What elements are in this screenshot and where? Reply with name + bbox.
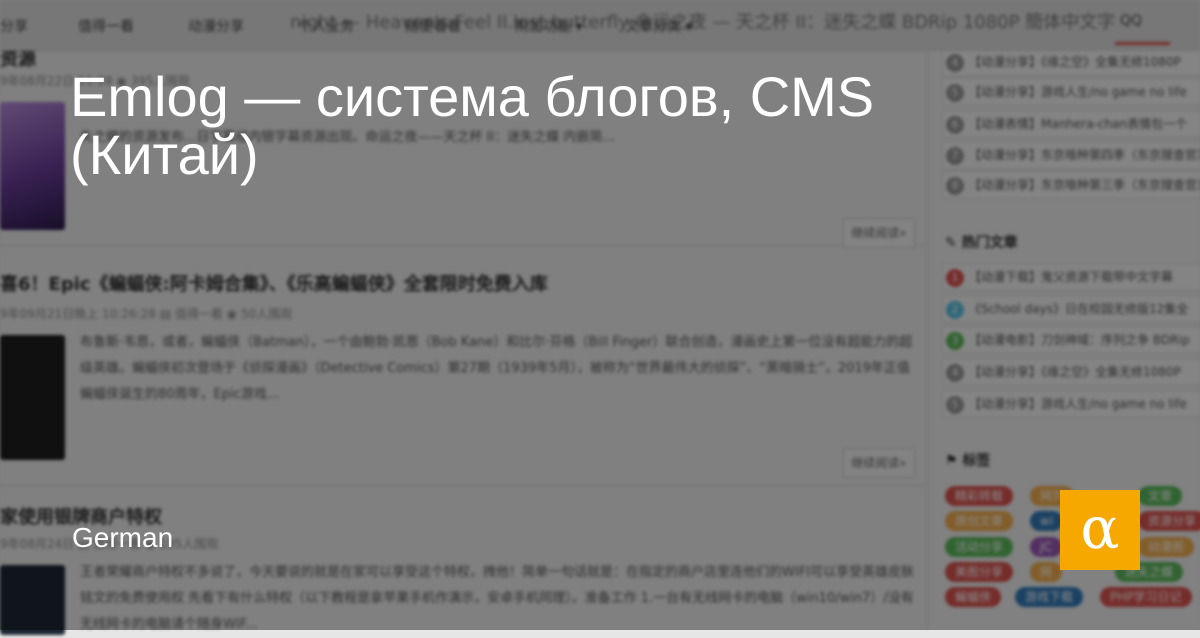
alpha-logo: α bbox=[1060, 490, 1140, 570]
alpha-logo-icon: α bbox=[1080, 494, 1120, 562]
page-headline: Emlog — система блогов, CMS (Китай) bbox=[70, 65, 875, 186]
language-label: German bbox=[72, 522, 174, 553]
